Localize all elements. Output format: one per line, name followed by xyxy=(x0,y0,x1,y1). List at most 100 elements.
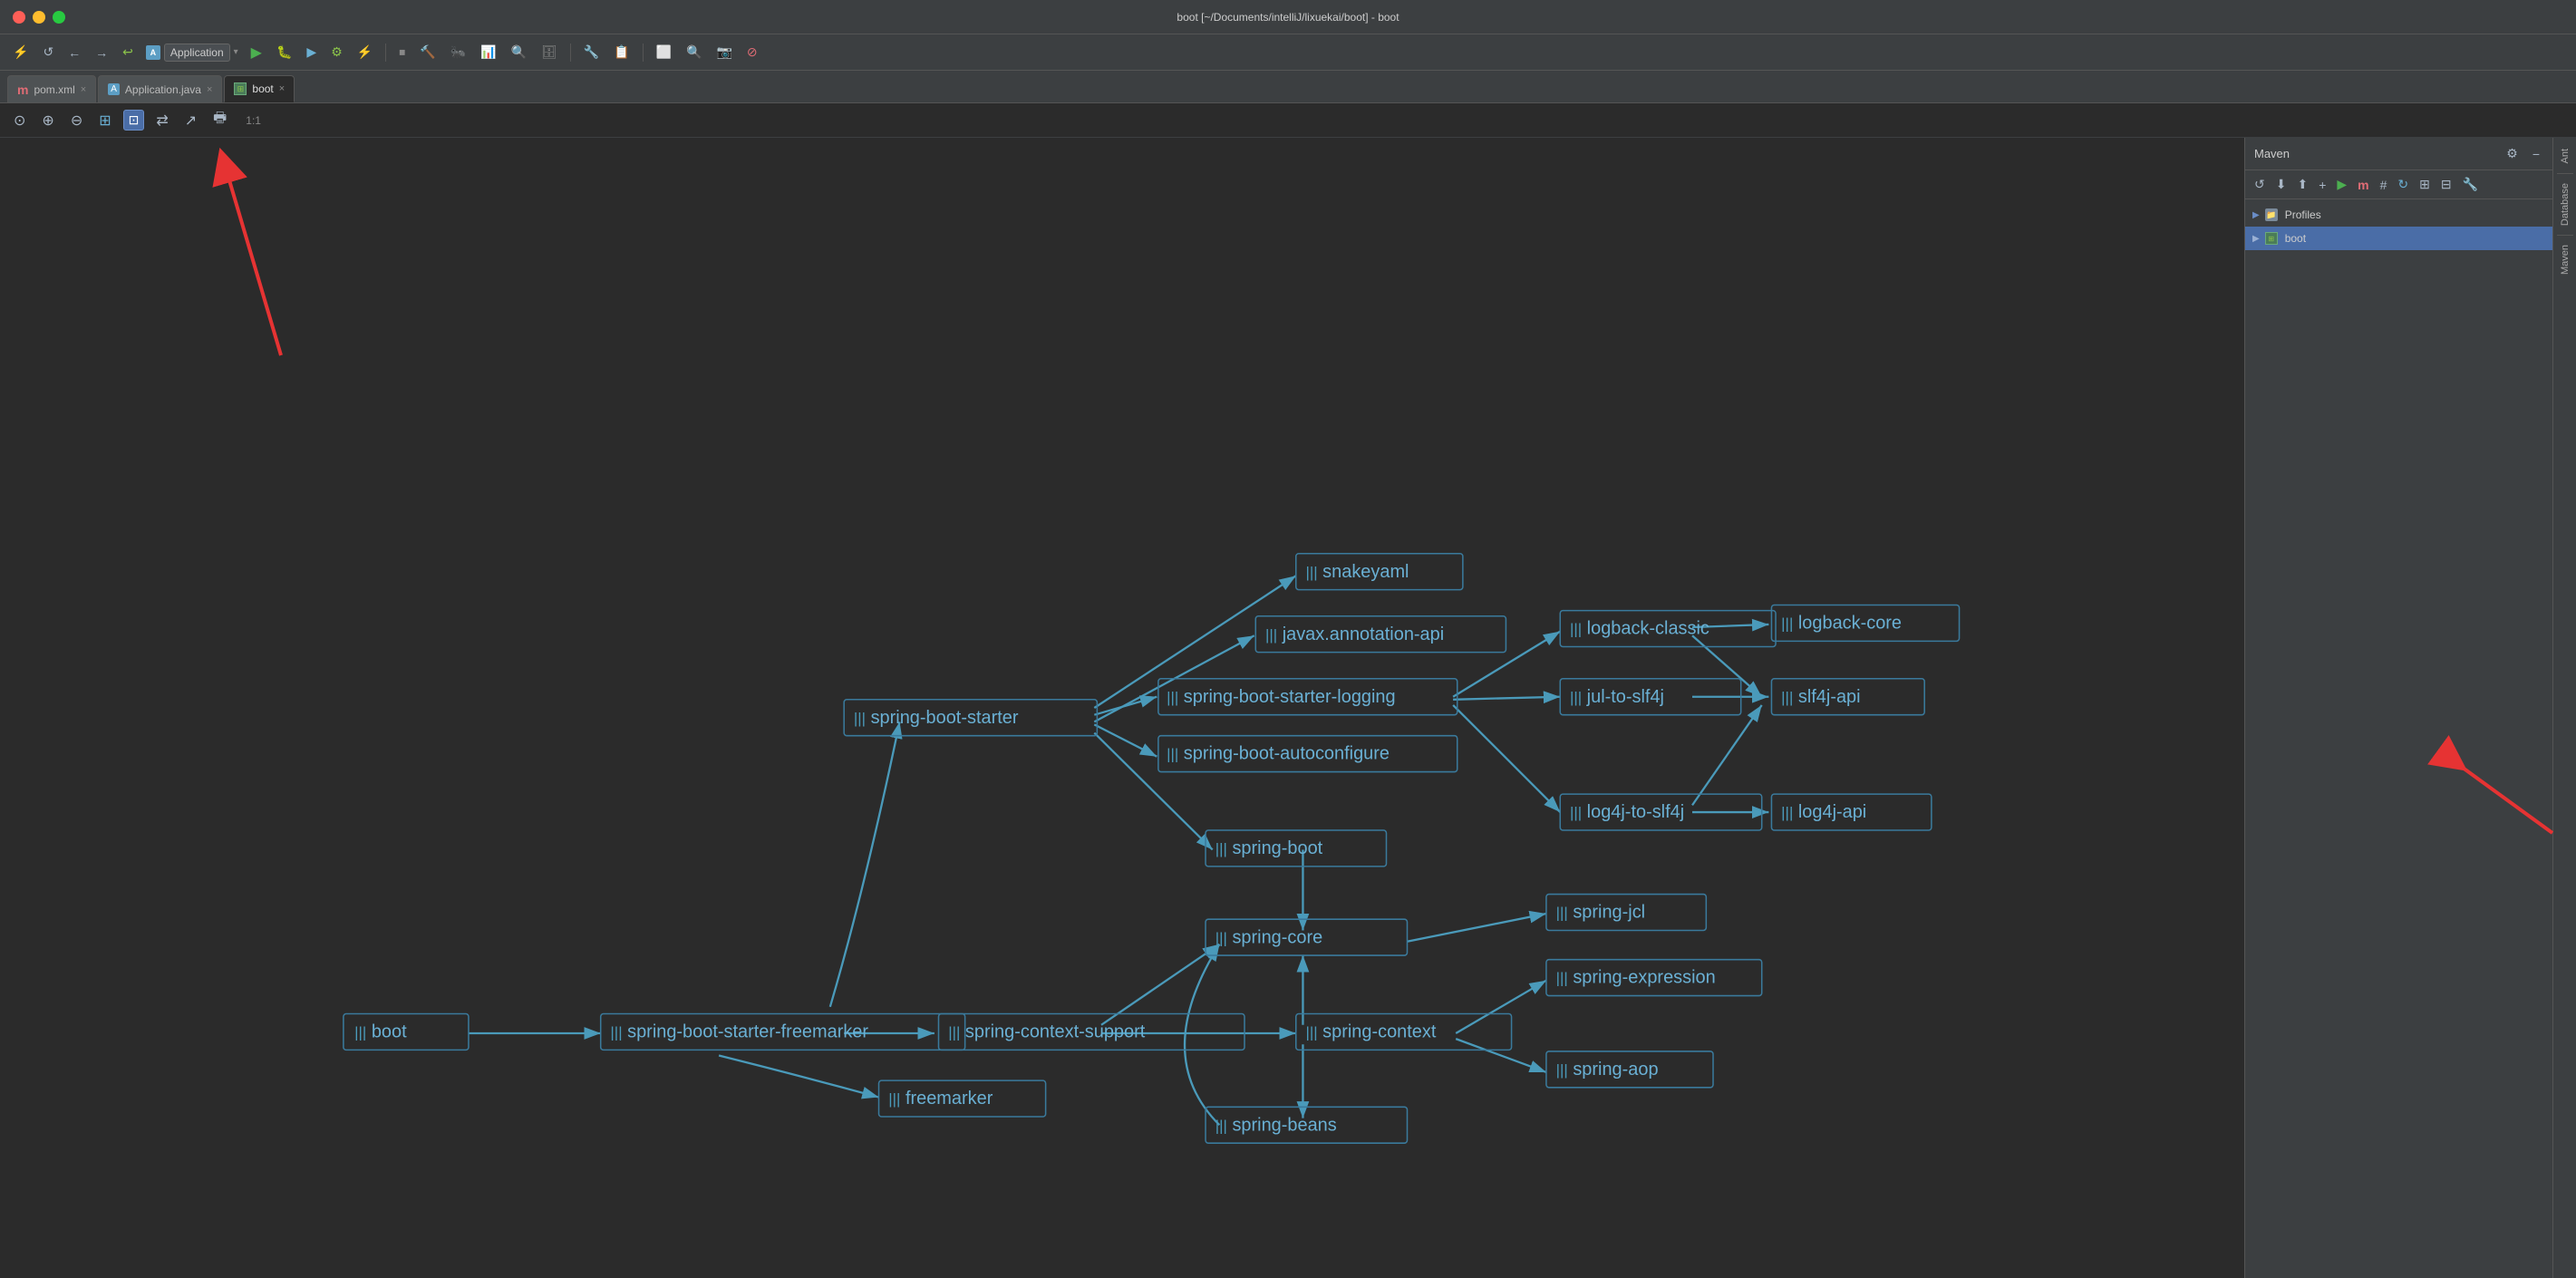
node-spring-core: ||| spring-core xyxy=(1206,919,1407,955)
toolbar-database-button[interactable]: 🗄 xyxy=(536,41,563,63)
svg-text:||| logback-classic: ||| logback-classic xyxy=(1570,619,1709,639)
toolbar-ant-button[interactable]: 🐜 xyxy=(445,41,471,63)
node-spring-boot-starter-logging: ||| spring-boot-starter-logging xyxy=(1158,679,1457,715)
boot-tab-label: boot xyxy=(252,82,273,95)
maven-m-button[interactable]: m xyxy=(2354,176,2372,194)
toolbar-commit-button[interactable]: 📋 xyxy=(608,41,634,63)
toolbar-vcs-button[interactable]: 🔧 xyxy=(578,41,605,63)
export-button[interactable]: ↗ xyxy=(180,109,201,132)
toolbar-search-button[interactable]: 🔍 xyxy=(681,41,707,63)
node-spring-expression: ||| spring-expression xyxy=(1546,960,1762,996)
maximize-button[interactable] xyxy=(53,11,65,24)
svg-text:||| spring-boot-sta: ||| spring-boot-starter-logging xyxy=(1167,687,1396,707)
diagram-toolbar: ⊙ ⊕ ⊖ ⊞ ⊡ ⇄ ↗ 🖶 1:1 xyxy=(0,103,2576,138)
maven-tree: ▶ 📁 Profiles ▶ ⊞ boot xyxy=(2245,199,2552,742)
node-spring-boot: ||| spring-boot xyxy=(1206,830,1386,867)
toolbar-coverage2-button[interactable]: 📊 xyxy=(475,41,501,63)
print-button[interactable]: 🖶 xyxy=(208,105,231,135)
zoom-fit-button[interactable]: ⊞ xyxy=(94,109,115,132)
tab-application[interactable]: A Application.java × xyxy=(98,75,222,102)
node-snakeyaml: ||| snakeyaml xyxy=(1296,554,1463,590)
tab-bar: m pom.xml × A Application.java × ⊞ boot … xyxy=(0,71,2576,103)
node-spring-boot-starter-freemarker: ||| spring-boot-starter-freemarker xyxy=(601,1014,965,1050)
svg-text:||| spring-context-: ||| spring-context-support xyxy=(948,1022,1146,1042)
zoom-reset-button[interactable]: ⊙ xyxy=(9,109,30,132)
zoom-actual-button[interactable]: ⊕ xyxy=(37,109,58,132)
maven-reload-button[interactable]: ↺ xyxy=(2251,175,2269,194)
tab-pom[interactable]: m pom.xml × xyxy=(7,75,96,102)
maven-toolbar: ↺ ⬇ ⬆ + ▶ m # ↻ ⊞ ⊟ 🔧 xyxy=(2245,170,2552,199)
tab-boot[interactable]: ⊞ boot × xyxy=(224,75,295,102)
side-tab-divider1 xyxy=(2557,173,2573,174)
reload-config-button[interactable]: ⚡ xyxy=(352,41,378,63)
layout-button[interactable]: ⇄ xyxy=(151,109,172,132)
svg-text:||| freemarker: ||| freemarker xyxy=(888,1089,993,1109)
svg-text:||| spring-boot-aut: ||| spring-boot-autoconfigure xyxy=(1167,744,1390,764)
side-tab-database[interactable]: Database xyxy=(2556,176,2574,233)
run-button[interactable]: ▶ xyxy=(246,40,267,65)
profile-button[interactable]: ⚙ xyxy=(325,41,348,63)
maven-hash-button[interactable]: # xyxy=(2377,176,2391,194)
toolbar-terminal-button[interactable]: ⬜ xyxy=(651,41,677,63)
maven-download-button[interactable]: ⬆ xyxy=(2293,175,2311,194)
toolbar-screenshot-button[interactable]: 📷 xyxy=(711,41,737,63)
node-javax-annotation-api: ||| javax.annotation-api xyxy=(1255,616,1506,653)
node-slf4j-api: ||| slf4j-api xyxy=(1771,679,1924,715)
debug-button[interactable]: 🐛 xyxy=(271,41,297,63)
svg-text:||| spring-core: ||| spring-core xyxy=(1215,927,1322,947)
run-config-dropdown[interactable]: ▾ xyxy=(234,47,238,57)
side-tab-ant[interactable]: Ant xyxy=(2556,141,2574,171)
minimize-button[interactable] xyxy=(33,11,45,24)
maven-minimize-button[interactable]: − xyxy=(2529,145,2543,163)
maven-settings-button[interactable]: ⚙ xyxy=(2503,144,2522,163)
maven-run-button[interactable]: ▶ xyxy=(2333,175,2350,194)
node-logback-classic: ||| logback-classic xyxy=(1560,611,1776,647)
pom-tab-label: pom.xml xyxy=(34,83,74,96)
tree-item-boot[interactable]: ▶ ⊞ boot xyxy=(2245,227,2552,250)
maven-columns-button[interactable]: ⊟ xyxy=(2437,175,2455,194)
maven-layout-button[interactable]: ⊞ xyxy=(2416,175,2434,194)
maven-header: Maven ⚙ − xyxy=(2245,138,2552,170)
svg-text:||| boot: ||| boot xyxy=(354,1022,407,1042)
maven-refresh-active-button[interactable]: ↻ xyxy=(2394,175,2412,194)
side-tab-maven[interactable]: Maven xyxy=(2556,237,2574,282)
zoom-out-button[interactable]: ⊖ xyxy=(66,109,87,132)
maven-add-button[interactable]: ⬇ xyxy=(2272,175,2290,194)
svg-text:||| jul-to-slf4j: ||| jul-to-slf4j xyxy=(1570,687,1664,707)
node-boot: ||| boot xyxy=(344,1014,469,1050)
toolbar-undo-icon[interactable]: ↩ xyxy=(117,41,139,63)
fit-active-button[interactable]: ⊡ xyxy=(123,110,145,131)
toolbar-back-icon[interactable]: ← xyxy=(63,42,86,63)
boot-label: boot xyxy=(2285,232,2306,245)
toolbar-build-icon[interactable]: ⚡ xyxy=(7,41,34,63)
application-tab-close[interactable]: × xyxy=(207,84,212,95)
pom-tab-icon: m xyxy=(17,82,28,97)
svg-text:||| javax.annotatio: ||| javax.annotation-api xyxy=(1265,624,1444,644)
toolbar-reload-icon[interactable]: ↺ xyxy=(37,41,59,63)
maven-panel: Maven ⚙ − ↺ ⬇ ⬆ + ▶ m # ↻ ⊞ ⊟ 🔧 ▶ 📁 Prof… xyxy=(2244,138,2552,1278)
svg-text:||| spring-jcl: ||| spring-jcl xyxy=(1556,903,1645,923)
tree-item-profiles[interactable]: ▶ 📁 Profiles xyxy=(2245,203,2552,227)
boot-arrow-icon: ▶ xyxy=(2252,234,2260,244)
toolbar-forward-icon[interactable]: → xyxy=(90,42,113,63)
titlebar: boot [~/Documents/intelliJ/lixuekai/boot… xyxy=(0,0,2576,34)
run-config-label[interactable]: Application xyxy=(164,44,230,62)
boot-tab-close[interactable]: × xyxy=(279,83,285,94)
svg-text:||| log4j-api: ||| log4j-api xyxy=(1781,802,1866,822)
toolbar-build2-button[interactable]: 🔨 xyxy=(414,41,441,63)
toolbar-inspect-button[interactable]: 🔍 xyxy=(506,41,532,63)
toolbar-stop-button[interactable]: ⏹ xyxy=(393,41,411,63)
toolbar-no-button[interactable]: ⊘ xyxy=(741,41,763,63)
node-logback-core: ||| logback-core xyxy=(1771,605,1959,641)
node-spring-jcl: ||| spring-jcl xyxy=(1546,895,1706,931)
svg-text:||| spring-aop: ||| spring-aop xyxy=(1556,1060,1659,1080)
maven-wrench-button[interactable]: 🔧 xyxy=(2459,175,2482,194)
close-button[interactable] xyxy=(13,11,25,24)
dependency-diagram[interactable]: ||| boot ||| spring-boot-starter-freemar… xyxy=(0,138,2244,1278)
maven-plus-button[interactable]: + xyxy=(2315,176,2329,194)
svg-text:||| slf4j-api: ||| slf4j-api xyxy=(1781,687,1860,707)
pom-tab-close[interactable]: × xyxy=(81,84,86,95)
coverage-button[interactable]: ▶ xyxy=(301,41,322,63)
node-log4j-api: ||| log4j-api xyxy=(1771,794,1931,830)
svg-text:||| logback-core: ||| logback-core xyxy=(1781,614,1902,634)
